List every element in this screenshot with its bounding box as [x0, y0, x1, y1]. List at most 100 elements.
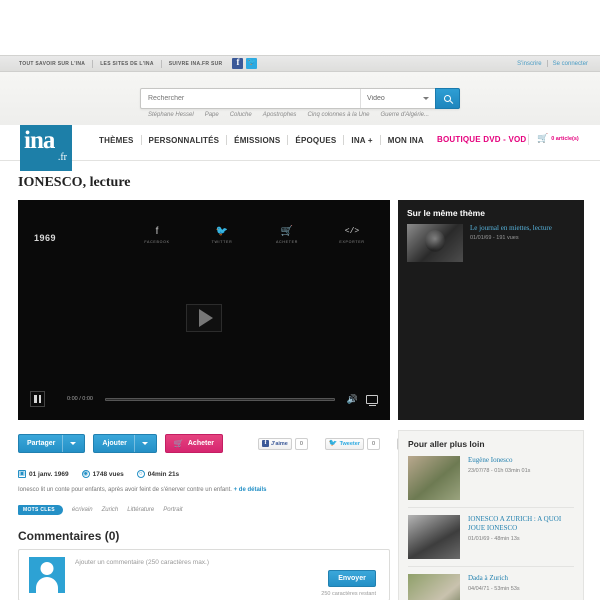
further-panel: Pour aller plus loin Eugène Ionesco 23/0… [398, 430, 584, 600]
fullscreen-icon[interactable] [366, 394, 378, 406]
top-blank-area [0, 0, 600, 55]
right-sidebar: Sur le même thème Le journal en miettes,… [398, 200, 584, 600]
item-subtitle: 04/04/71 - 53min 53s [468, 586, 520, 592]
volume-icon[interactable]: 🔊 [347, 394, 358, 405]
calendar-icon: ▣ [18, 470, 26, 478]
video-thumbnail[interactable] [408, 456, 460, 500]
search-button[interactable] [435, 88, 460, 109]
avatar-body [36, 577, 58, 593]
list-item[interactable]: Dada à Zurich 04/04/71 - 53min 53s [408, 574, 574, 600]
video-player[interactable]: 1969 f FACEBOOK 🐦 TWITTER 🛒 ACHETER </> … [18, 200, 390, 420]
facebook-like-group: f J'aime 0 [257, 437, 308, 450]
divider [528, 134, 529, 145]
divider [546, 60, 548, 67]
video-metadata: ▣ 01 janv. 1969 ◉ 1748 vues ○ 04min 21s [18, 470, 179, 478]
further-heading: Pour aller plus loin [408, 439, 485, 449]
item-title[interactable]: Eugène Ionesco [468, 456, 530, 465]
cart-icon: 🛒 [537, 133, 549, 143]
suggestion-item[interactable]: Guerre d'Algérie... [380, 112, 429, 118]
comment-input[interactable]: Ajouter un commentaire (250 caractères m… [75, 559, 209, 566]
nav-item-ina-plus[interactable]: INA + [344, 136, 379, 145]
seek-bar[interactable] [105, 397, 335, 401]
nav-item-emissions[interactable]: ÉMISSIONS [227, 136, 287, 145]
cart-widget[interactable]: 🛒 0 article(s) [537, 134, 579, 143]
search-type-select[interactable]: Video [360, 89, 435, 108]
nav-item-epoques[interactable]: ÉPOQUES [288, 136, 343, 145]
list-item[interactable]: Eugène Ionesco 23/07/78 - 01h 03min 01s [408, 456, 574, 508]
logo-suffix: .fr [57, 152, 67, 163]
suggestion-item[interactable]: Coluche [230, 112, 252, 118]
twitter-tweet-button[interactable]: 🐦 Tweeter [324, 437, 364, 450]
item-title[interactable]: IONESCO A ZURICH : A QUOI JOUE IONESCO [468, 515, 574, 533]
pause-button[interactable] [30, 391, 45, 407]
list-item[interactable]: IONESCO A ZURICH : A QUOI JOUE IONESCO 0… [408, 515, 574, 567]
twitter-icon: 🐦 [215, 226, 229, 237]
nav-item-mon-ina[interactable]: MON INA [381, 136, 431, 145]
search-type-wrapper: Video [360, 89, 435, 108]
search-box: Video [140, 88, 460, 109]
play-button[interactable] [186, 304, 222, 332]
nav-item-personnalites[interactable]: PERSONNALITÉS [142, 136, 227, 145]
suggestion-item[interactable]: Pape [205, 112, 219, 118]
cart-icon: 🛒 [280, 226, 294, 237]
player-share-row: f FACEBOOK 🐦 TWITTER 🛒 ACHETER </> EXPOR… [136, 226, 373, 244]
send-comment-button[interactable]: Envoyer [328, 570, 376, 587]
twitter-icon[interactable] [246, 58, 258, 69]
link-tout-savoir[interactable]: TOUT SAVOIR SUR L'INA [12, 61, 92, 67]
facebook-icon[interactable] [232, 57, 244, 69]
nav-items: THÈMES PERSONNALITÉS ÉMISSIONS ÉPOQUES I… [92, 135, 431, 145]
twitter-tweet-label: Tweeter [339, 440, 360, 447]
keyword-litterature[interactable]: Littérature [127, 507, 154, 513]
share-buy-button[interactable]: 🛒 ACHETER [266, 226, 308, 244]
video-thumbnail[interactable] [408, 574, 460, 600]
action-buttons: Partager Ajouter 🛒 Acheter f J'aime 0 🐦 … [18, 434, 434, 453]
add-button-label: Ajouter [102, 440, 127, 447]
account-links: S'inscrire Se connecter [517, 60, 600, 67]
share-twitter-button[interactable]: 🐦 TWITTER [201, 226, 243, 244]
more-details-link[interactable]: + de détails [234, 487, 267, 493]
item-subtitle: 01/01/69 - 48min 13s [468, 536, 520, 542]
item-title[interactable]: Le journal en miettes, lecture [470, 224, 552, 233]
avatar [29, 557, 65, 593]
list-item[interactable]: Le journal en miettes, lecture 01/01/69 … [407, 224, 575, 262]
time-display: 0:00 / 0:00 [67, 396, 93, 402]
search-input[interactable] [141, 89, 360, 108]
cart-icon: 🛒 [173, 439, 184, 448]
login-link[interactable]: Se connecter [553, 61, 588, 67]
twitter-tweet-group: 🐦 Tweeter 0 [324, 437, 380, 450]
views-item: ◉ 1748 vues [81, 470, 124, 478]
item-title[interactable]: Dada à Zurich [468, 574, 520, 583]
video-duration: 04min 21s [147, 470, 180, 478]
boutique-dvd-vod-link[interactable]: BOUTIQUE DVD - VOD [437, 135, 526, 144]
suggestion-item[interactable]: Stéphane Hessel [148, 112, 194, 118]
label-suivre-ina: SUIVRE INA.FR SUR [168, 60, 223, 67]
play-icon [198, 309, 213, 327]
suggestion-item[interactable]: Cinq colonnes à la Une [307, 112, 369, 118]
facebook-like-label: J'aime [270, 440, 288, 447]
buy-button[interactable]: 🛒 Acheter [164, 434, 223, 453]
facebook-like-button[interactable]: f J'aime [257, 437, 292, 450]
link-les-sites[interactable]: LES SITES DE L'INA [93, 61, 161, 67]
ina-logo[interactable]: ina .fr [20, 125, 72, 171]
add-button[interactable]: Ajouter [93, 434, 157, 453]
keyword-ecrivain[interactable]: écrivain [72, 507, 93, 513]
comment-form: Ajouter un commentaire (250 caractères m… [18, 549, 390, 600]
nav-item-themes[interactable]: THÈMES [92, 136, 141, 145]
video-thumbnail[interactable] [407, 224, 463, 262]
same-theme-panel: Sur le même thème Le journal en miettes,… [398, 200, 584, 420]
facebook-like-count: 0 [294, 437, 308, 450]
suggestion-item[interactable]: Apostrophes [263, 112, 297, 118]
video-thumbnail[interactable] [408, 515, 460, 559]
share-button[interactable]: Partager [18, 434, 86, 453]
share-facebook-button[interactable]: f FACEBOOK [136, 226, 178, 244]
share-export-button[interactable]: </> EXPORTER [331, 226, 373, 244]
keywords-row: MOTS CLES écrivain Zurich Littérature Po… [18, 505, 183, 515]
keyword-zurich[interactable]: Zurich [102, 507, 119, 513]
keyword-portrait[interactable]: Portrait [163, 507, 182, 513]
buy-button-label: Acheter [187, 440, 214, 447]
pause-bar [34, 395, 37, 403]
signup-link[interactable]: S'inscrire [517, 61, 541, 67]
chevron-down-icon [70, 442, 77, 445]
share-button-label: Partager [27, 440, 56, 447]
search-icon [444, 95, 451, 102]
